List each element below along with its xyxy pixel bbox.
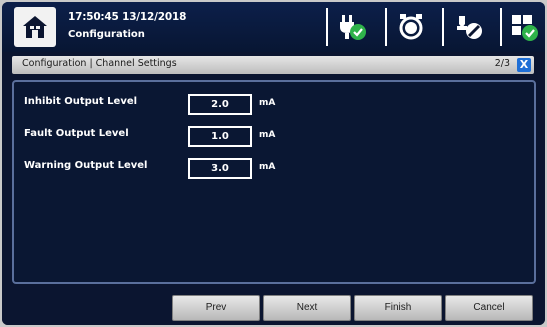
fault-output-field[interactable]: 1.0 [188, 126, 252, 147]
footer-bar: Prev Next Finish Cancel [2, 289, 545, 325]
calibration-button[interactable] [452, 10, 486, 44]
screen-subtitle: Configuration [68, 29, 145, 40]
datetime-display: 17:50:45 13/12/2018 [68, 11, 187, 23]
cancel-button[interactable]: Cancel [445, 295, 533, 321]
settings-panel: Inhibit Output Level 2.0 mA Fault Output… [12, 80, 536, 284]
header-separator [385, 8, 387, 46]
inhibit-output-unit: mA [259, 98, 276, 108]
header-separator [326, 8, 328, 46]
warning-output-field[interactable]: 3.0 [188, 158, 252, 179]
next-button[interactable]: Next [263, 295, 351, 321]
device-screen: 17:50:45 13/12/2018 Configuration Config… [2, 2, 545, 325]
fault-output-unit: mA [259, 130, 276, 140]
alarm-button[interactable] [394, 10, 428, 44]
finish-button[interactable]: Finish [354, 295, 442, 321]
warning-output-label: Warning Output Level [24, 160, 148, 171]
power-plug-ok-icon [340, 15, 366, 40]
window-title: Configuration | Channel Settings [22, 58, 177, 69]
header-bar: 17:50:45 13/12/2018 Configuration [2, 2, 545, 52]
page-indicator: 2/3 [494, 58, 510, 69]
home-button[interactable] [14, 7, 56, 47]
calibration-off-icon [457, 16, 482, 39]
power-status-button[interactable] [335, 10, 369, 44]
alarm-clock-icon [399, 14, 423, 40]
header-separator [442, 8, 444, 46]
system-status-button[interactable] [507, 10, 541, 44]
inhibit-output-label: Inhibit Output Level [24, 96, 138, 107]
close-button[interactable]: X [517, 58, 531, 72]
grid-ok-icon [512, 15, 538, 41]
window-title-bar: Configuration | Channel Settings 2/3 X [12, 56, 534, 74]
fault-output-label: Fault Output Level [24, 128, 129, 139]
prev-button[interactable]: Prev [172, 295, 260, 321]
home-icon [23, 16, 47, 38]
inhibit-output-field[interactable]: 2.0 [188, 94, 252, 115]
header-separator [500, 8, 502, 46]
warning-output-unit: mA [259, 162, 276, 172]
